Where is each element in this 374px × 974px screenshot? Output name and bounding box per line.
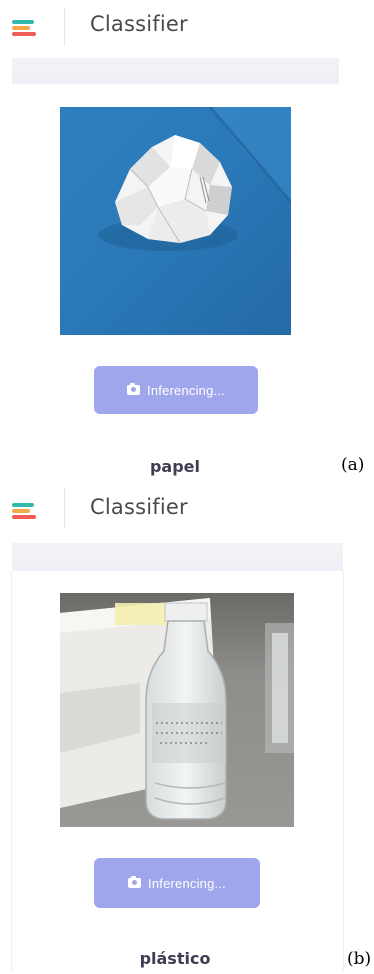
inferencing-button-label: Inferencing...: [147, 382, 225, 398]
app-bar: Classifier: [0, 0, 345, 60]
toolbar-band: [12, 543, 343, 571]
prediction-label: plástico: [139, 949, 211, 968]
panel-a: Classifier Inferencing... papel (a): [0, 0, 374, 487]
classifier-card: Inferencing... plástico: [12, 571, 343, 971]
app-bar: Classifier: [0, 487, 345, 547]
prediction-label: papel: [149, 457, 201, 476]
app-title: Classifier: [90, 495, 188, 519]
inferencing-button[interactable]: Inferencing...: [94, 366, 258, 414]
panel-b: Classifier Inferencing... plástico (b): [0, 487, 374, 974]
toolbar-band: [12, 58, 339, 84]
camera-icon: [127, 383, 141, 395]
header-divider: [64, 8, 65, 46]
stacked-bars-logo-icon[interactable]: [12, 20, 36, 42]
inferencing-button[interactable]: Inferencing...: [94, 858, 260, 908]
inferencing-button-label: Inferencing...: [148, 875, 226, 891]
captured-photo: [60, 107, 291, 335]
subfigure-label: (b): [347, 949, 372, 969]
app-title: Classifier: [90, 12, 188, 36]
classifier-card: Inferencing... papel: [12, 84, 339, 484]
camera-icon: [128, 876, 142, 888]
plastic-bottle-image: [60, 593, 294, 827]
subfigure-label: (a): [341, 455, 365, 475]
captured-photo: [60, 593, 294, 827]
header-divider: [64, 489, 65, 527]
stacked-bars-logo-icon[interactable]: [12, 503, 36, 525]
crumpled-paper-image: [60, 107, 291, 335]
